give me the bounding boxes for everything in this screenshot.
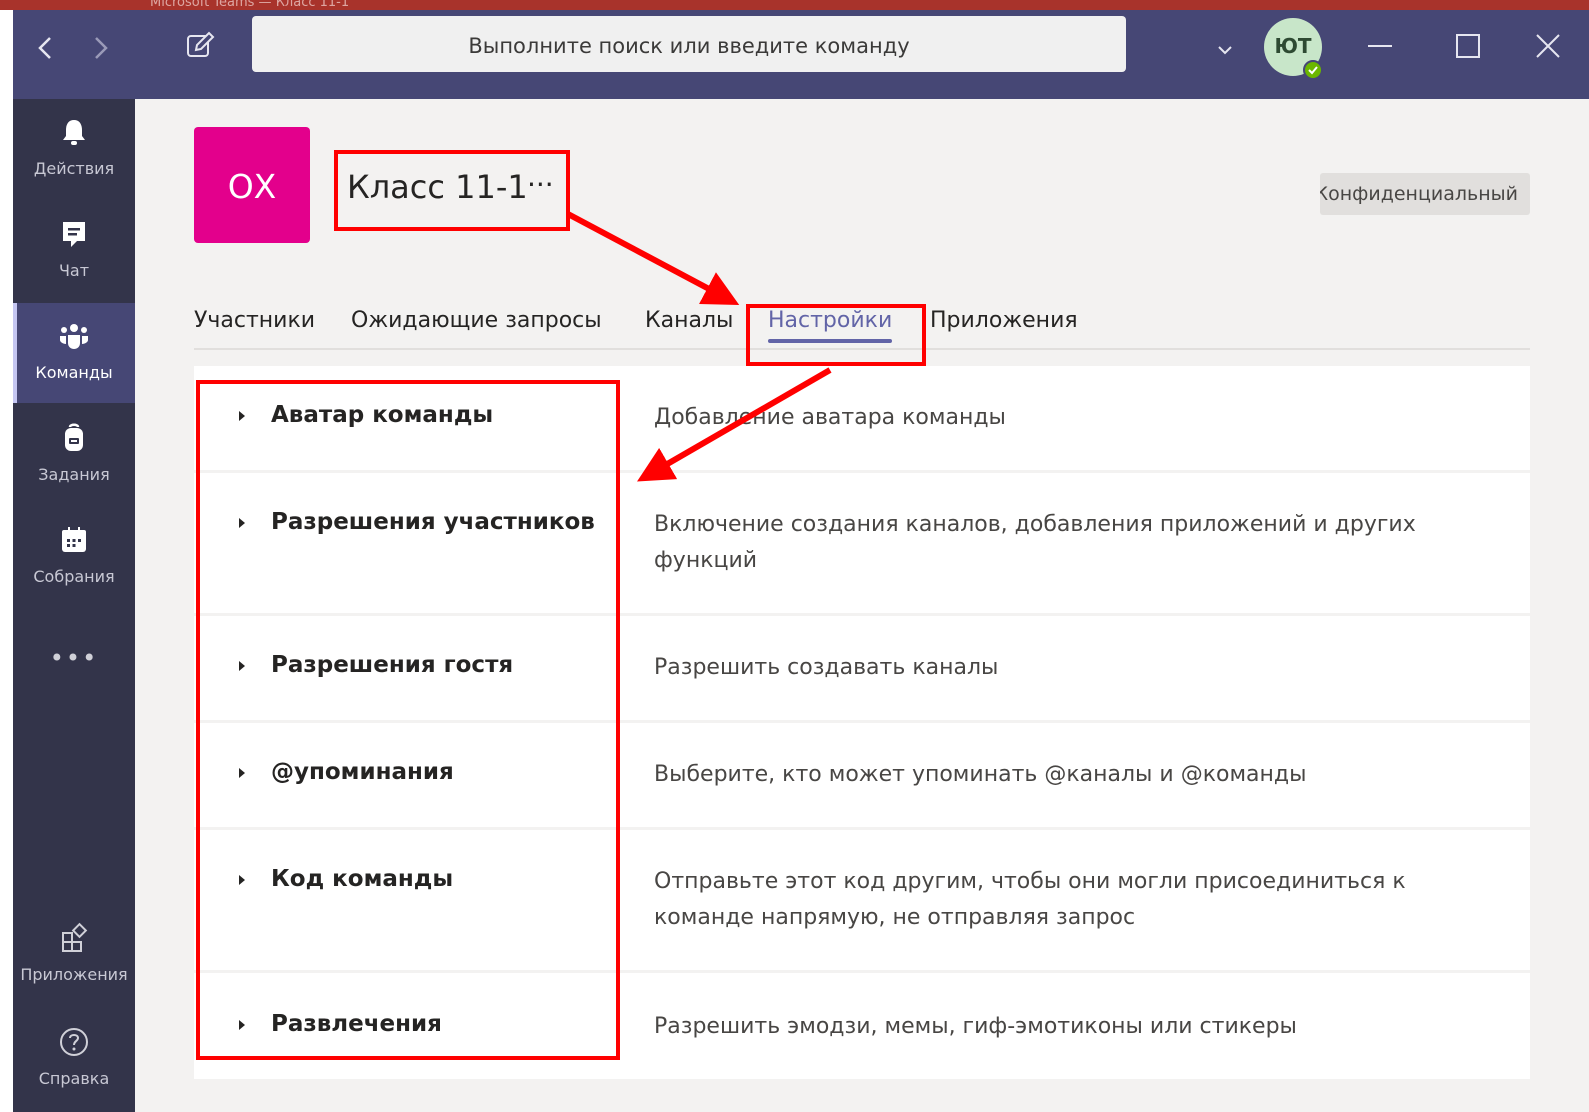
compose-icon: [187, 31, 215, 57]
team-more-options-button[interactable]: ···: [527, 168, 554, 201]
forward-button[interactable]: [82, 30, 118, 66]
rail-item-help[interactable]: Справка: [13, 1009, 135, 1109]
bell-icon: [63, 120, 85, 145]
backpack-icon: [65, 423, 83, 451]
search-input[interactable]: Выполните поиск или введите команду: [252, 16, 1126, 72]
presence-available-icon: [1303, 60, 1323, 80]
settings-row-fun-stuff[interactable]: Развлечения Разрешить эмодзи, мемы, гиф-…: [194, 973, 1530, 1079]
tab-pending-requests[interactable]: Ожидающие запросы: [351, 308, 602, 333]
rail-item-label: Команды: [35, 363, 113, 382]
close-icon: [1536, 34, 1560, 58]
rail-item-label: Задания: [38, 465, 110, 484]
settings-row-description: Включение создания каналов, добавления п…: [654, 512, 1416, 573]
tab-apps[interactable]: Приложения: [930, 308, 1078, 333]
caret-right-icon: [239, 518, 245, 528]
caret-right-icon: [239, 1020, 245, 1030]
chevron-left-icon: [38, 37, 51, 59]
profile-dropdown-button[interactable]: [1211, 36, 1239, 64]
maximize-button[interactable]: [1448, 26, 1488, 66]
settings-row-description: Отправьте этот код другим, чтобы они мог…: [654, 869, 1406, 930]
teams-icon: [60, 324, 88, 349]
caret-right-icon: [239, 768, 245, 778]
calendar-icon: [62, 527, 86, 552]
search-placeholder: Выполните поиск или введите команду: [468, 34, 910, 58]
rail-item-teams[interactable]: Команды: [13, 303, 135, 403]
caret-right-icon: [239, 875, 245, 885]
settings-row-team-code[interactable]: Код команды Отправьте этот код другим, ч…: [194, 830, 1530, 973]
rail-item-label: Чат: [58, 261, 90, 280]
tab-channels[interactable]: Каналы: [645, 308, 733, 333]
tab-members[interactable]: Участники: [194, 308, 315, 333]
settings-row-title: Аватар команды: [271, 402, 494, 428]
apps-icon: [62, 922, 88, 952]
help-icon: [60, 1028, 88, 1056]
settings-row-title: Развлечения: [271, 1011, 442, 1037]
rail-item-assignments[interactable]: Задания: [13, 405, 135, 505]
tab-settings[interactable]: Настройки: [768, 308, 892, 333]
team-tabs: Участники Ожидающие запросы Каналы Настр…: [194, 306, 1530, 350]
more-apps-button[interactable]: •••: [13, 644, 135, 674]
user-initials: ЮТ: [1274, 34, 1312, 58]
team-initials: ОХ: [227, 167, 277, 206]
settings-list: Аватар команды Добавление аватара команд…: [194, 366, 1530, 1079]
settings-row-title: Код команды: [271, 866, 454, 892]
window-title: Microsoft Teams — Класс 11-1: [150, 0, 350, 10]
rail-item-apps[interactable]: Приложения: [13, 905, 135, 1005]
settings-row-description: Добавление аватара команды: [654, 405, 1006, 430]
caret-right-icon: [239, 661, 245, 671]
rail-item-meetings[interactable]: Собрания: [13, 507, 135, 607]
privacy-label: Конфиденциальный: [1320, 183, 1518, 205]
window-left-edge: [0, 10, 13, 1112]
maximize-icon: [1456, 34, 1480, 58]
rail-item-label: Справка: [38, 1069, 110, 1088]
new-chat-button[interactable]: [182, 28, 218, 64]
chevron-down-icon: [1218, 46, 1232, 55]
settings-row-team-picture[interactable]: Аватар команды Добавление аватара команд…: [194, 366, 1530, 473]
rail-item-chat[interactable]: Чат: [13, 201, 135, 301]
caret-right-icon: [239, 411, 245, 421]
chevron-right-icon: [95, 37, 108, 59]
rail-item-label: Собрания: [33, 567, 115, 586]
close-button[interactable]: [1528, 26, 1568, 66]
settings-row-title: @упоминания: [271, 759, 454, 785]
rail-item-activity[interactable]: Действия: [13, 99, 135, 199]
settings-row-title: Разрешения участников: [271, 509, 595, 535]
team-avatar[interactable]: ОХ: [194, 127, 310, 243]
back-button[interactable]: [28, 30, 64, 66]
settings-row-member-permissions[interactable]: Разрешения участников Включение создания…: [194, 473, 1530, 616]
rail-item-label: Действия: [33, 159, 115, 178]
settings-row-mentions[interactable]: @упоминания Выберите, кто может упоминат…: [194, 723, 1530, 830]
settings-row-guest-permissions[interactable]: Разрешения гостя Разрешить создавать кан…: [194, 616, 1530, 723]
rail-item-label: Приложения: [20, 965, 128, 984]
minimize-icon: [1368, 45, 1392, 47]
minimize-button[interactable]: [1360, 26, 1400, 66]
active-tab-indicator: [768, 339, 892, 343]
team-name: Класс 11-1: [347, 168, 528, 206]
settings-row-description: Выберите, кто может упоминать @каналы и …: [654, 762, 1307, 787]
settings-row-description: Разрешить эмодзи, мемы, гиф-эмотиконы ил…: [654, 1014, 1297, 1039]
privacy-badge: Конфиденциальный: [1320, 173, 1530, 215]
settings-row-title: Разрешения гостя: [271, 652, 514, 678]
chat-icon: [63, 222, 85, 247]
settings-row-description: Разрешить создавать каналы: [654, 655, 999, 680]
window-title-strip: Microsoft Teams — Класс 11-1: [0, 0, 1589, 10]
app-rail: Действия Чат Команды Задания Собрания ••…: [13, 99, 135, 1112]
